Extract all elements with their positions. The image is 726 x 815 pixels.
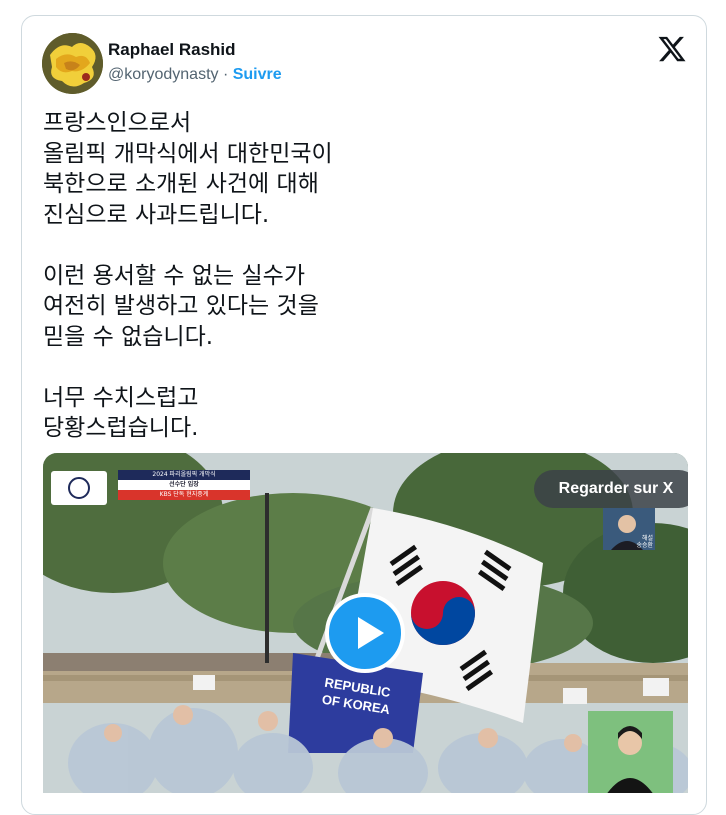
tweet-card[interactable]: Raphael Rashid @koryodynasty · Suivre 프랑… [21,15,707,815]
avatar-image [42,33,103,94]
author-handle-line: @koryodynasty · Suivre [108,66,282,84]
tweet-text: 프랑스인으로서 올림픽 개막식에서 대한민국이 북한으로 소개된 사건에 대해 … [43,110,333,441]
author-handle[interactable]: @koryodynasty [108,66,219,83]
commentator-name: 해설 송승환 [636,535,653,549]
commentator-inset: 해설 송승환 [603,508,655,550]
broadcast-line-1: 2024 파리올림픽 개막식 [118,470,250,480]
play-icon [358,617,384,649]
author-name[interactable]: Raphael Rashid [108,40,236,60]
broadcast-line-3: KBS 단독 현지중계 [118,490,250,500]
separator-dot: · [218,66,233,83]
broadcast-line-2: 선수단 입장 [118,480,250,490]
follow-button[interactable]: Suivre [233,66,282,83]
play-button[interactable] [325,593,405,673]
video-media[interactable]: 2024 파리올림픽 개막식 선수단 입장 KBS 단독 현지중계 해설 송승환… [43,453,688,793]
broadcast-banner: 2024 파리올림픽 개막식 선수단 입장 KBS 단독 현지중계 [118,470,250,500]
avatar[interactable] [42,33,103,94]
x-logo-icon[interactable] [657,34,687,64]
watch-on-x-button[interactable]: Regarder sur X [534,470,688,508]
